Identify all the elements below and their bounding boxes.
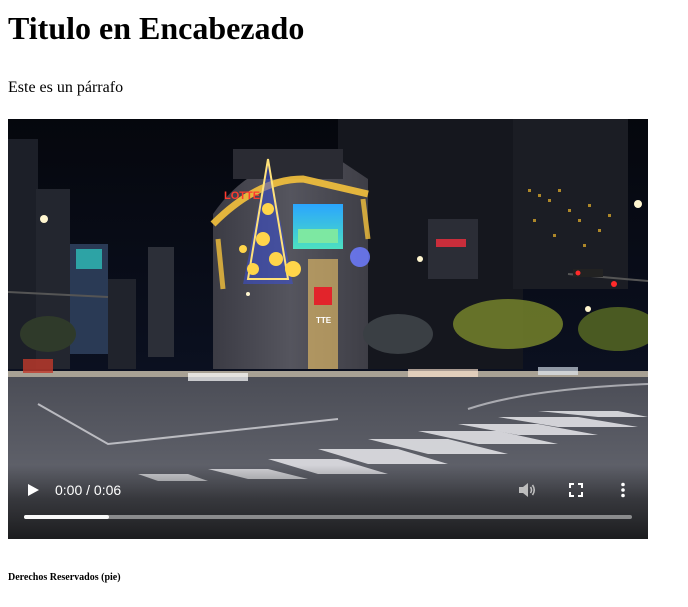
page-title: Titulo en Encabezado <box>8 10 305 46</box>
play-button[interactable] <box>24 481 42 499</box>
progress-bar[interactable] <box>24 515 632 519</box>
fullscreen-button[interactable] <box>567 481 585 499</box>
time-display: 0:00 / 0:06 <box>55 482 122 498</box>
mute-button[interactable] <box>517 481 537 499</box>
play-icon <box>28 484 39 496</box>
volume-icon <box>519 483 536 497</box>
progress-buffered <box>24 515 110 519</box>
footer: Derechos Reservados (pie) <box>8 572 121 583</box>
fullscreen-icon <box>569 483 583 497</box>
controls-bar <box>8 465 648 539</box>
more-options-button[interactable] <box>616 481 630 499</box>
more-vert-icon <box>621 482 625 498</box>
paragraph: Este es un párrafo <box>8 79 124 96</box>
lotte-sign: LOTTE <box>224 190 260 202</box>
video-player[interactable]: LOTTE TTE 0:00 / 0:06 <box>8 119 648 539</box>
tte-sign: TTE <box>316 316 332 325</box>
